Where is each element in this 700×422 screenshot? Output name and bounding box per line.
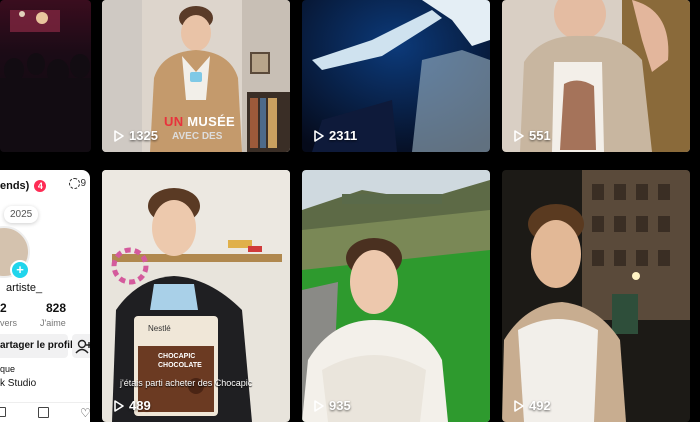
play-icon bbox=[314, 129, 324, 142]
cereal-box-brand: Nestlé bbox=[148, 324, 171, 333]
video-thumbnail-chocapic[interactable]: Nestlé CHOCAPIC CHOCOLATE j'étais parti … bbox=[102, 170, 290, 422]
caption-white-word: MUSÉE bbox=[183, 114, 236, 129]
concert-image bbox=[0, 0, 91, 152]
scan-icon[interactable] bbox=[69, 178, 81, 189]
play-icon bbox=[514, 399, 524, 412]
video-thumbnail-park[interactable]: 935 bbox=[302, 170, 490, 422]
section-label: que bbox=[0, 364, 16, 374]
friends-label: ends) 4 bbox=[0, 180, 47, 192]
note-bubble[interactable]: 2025 bbox=[4, 206, 39, 223]
play-icon bbox=[514, 129, 524, 142]
stat-followers-value: 2 bbox=[0, 301, 7, 315]
liked-tab-icon[interactable]: ♡ bbox=[80, 406, 90, 420]
view-count: 492 bbox=[514, 398, 551, 413]
view-count-value: 489 bbox=[129, 398, 151, 413]
video-thumbnail-selfie[interactable]: 551 bbox=[502, 0, 690, 152]
view-count-value: 935 bbox=[329, 398, 351, 413]
username: artiste_ bbox=[6, 282, 43, 294]
stat-likes-value: 828 bbox=[46, 301, 67, 315]
view-count-value: 551 bbox=[529, 128, 551, 143]
view-count: 2311 bbox=[314, 128, 357, 143]
video-thumbnail-concert[interactable] bbox=[0, 0, 91, 152]
stat-likes-label: J'aime bbox=[40, 318, 66, 328]
scan-icon-area[interactable]: 9 bbox=[69, 178, 86, 189]
video-caption-sub: AVEC DES bbox=[172, 131, 223, 142]
play-icon bbox=[114, 399, 124, 412]
friends-label-text: ends) bbox=[0, 180, 30, 192]
share-profile-label: artager le profil bbox=[0, 340, 73, 351]
share-profile-button[interactable]: artager le profil bbox=[0, 334, 73, 358]
view-count: 551 bbox=[514, 128, 551, 143]
night-image bbox=[502, 170, 690, 422]
profile-tab-bar: ♡ bbox=[0, 402, 90, 422]
video-caption: UN MUSÉE bbox=[164, 114, 235, 129]
view-count: 935 bbox=[314, 398, 351, 413]
view-count: 1325 bbox=[114, 128, 158, 143]
stat-followers-label: vers bbox=[0, 318, 18, 328]
view-count-value: 2311 bbox=[329, 128, 358, 143]
view-count: 489 bbox=[114, 398, 151, 413]
add-avatar-icon[interactable]: + bbox=[10, 260, 30, 280]
view-count-value: 1325 bbox=[129, 128, 158, 143]
add-friend-button[interactable] bbox=[72, 334, 90, 358]
scan-icon-digit: 9 bbox=[80, 178, 86, 190]
studio-link[interactable]: k Studio bbox=[0, 378, 36, 389]
caption-red-word: UN bbox=[164, 114, 184, 129]
video-thumbnail-musee[interactable]: UN MUSÉE AVEC DES 1325 bbox=[102, 0, 290, 152]
video-thumbnail-dance[interactable]: 2311 bbox=[302, 0, 490, 152]
play-icon bbox=[314, 399, 324, 412]
videos-tab-icon[interactable] bbox=[0, 407, 6, 417]
park-image bbox=[302, 170, 490, 422]
view-count-value: 492 bbox=[529, 398, 551, 413]
play-icon bbox=[114, 129, 124, 142]
repost-tab-icon[interactable] bbox=[38, 407, 49, 418]
video-thumbnail-night[interactable]: 492 bbox=[502, 170, 690, 422]
friends-count-badge: 4 bbox=[34, 180, 47, 192]
video-caption: j'étais parti acheter des Chocapic bbox=[120, 378, 253, 388]
add-friend-icon bbox=[75, 339, 90, 354]
cereal-box-text: CHOCAPIC CHOCOLATE bbox=[158, 353, 202, 369]
profile-card: ends) 4 9 2025 + artiste_ 2 vers 828 J'a… bbox=[0, 170, 90, 422]
